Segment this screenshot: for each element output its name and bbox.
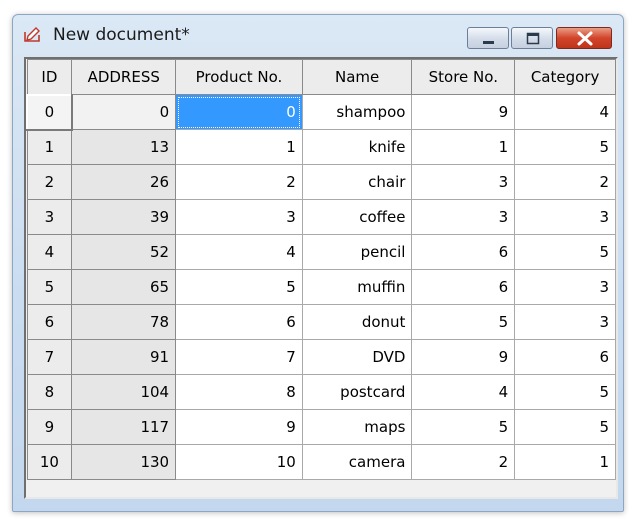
category-cell[interactable]: 6 bbox=[514, 339, 616, 375]
product-no-cell[interactable]: 4 bbox=[175, 234, 303, 270]
row-id-cell[interactable]: 2 bbox=[26, 164, 73, 200]
category-cell[interactable]: 5 bbox=[514, 409, 616, 445]
address-cell[interactable]: 52 bbox=[71, 234, 177, 270]
category-cell[interactable]: 3 bbox=[514, 199, 616, 235]
store-no-cell[interactable]: 3 bbox=[411, 164, 516, 200]
address-cell[interactable]: 13 bbox=[71, 129, 177, 165]
store-no-cell[interactable]: 6 bbox=[411, 269, 516, 305]
table-row[interactable]: 2 26 2 chair 3 2 bbox=[26, 164, 616, 200]
column-header-category[interactable]: Category bbox=[514, 59, 616, 95]
product-no-cell[interactable]: 9 bbox=[175, 409, 303, 445]
category-cell[interactable]: 1 bbox=[514, 444, 616, 480]
address-cell[interactable]: 0 bbox=[71, 94, 177, 130]
minimize-icon bbox=[483, 41, 494, 44]
category-cell[interactable]: 5 bbox=[514, 234, 616, 270]
minimize-button[interactable] bbox=[467, 27, 509, 49]
category-cell[interactable]: 5 bbox=[514, 129, 616, 165]
table-row[interactable]: 0 0 0 shampoo 9 4 bbox=[26, 93, 616, 131]
table-row[interactable]: 6 78 6 donut 5 3 bbox=[26, 304, 616, 340]
table-row[interactable]: 7 91 7 DVD 9 6 bbox=[26, 339, 616, 375]
table-row[interactable]: 1 13 1 knife 1 5 bbox=[26, 129, 616, 165]
document-window: New document* ID ADDRESS Product No. Nam… bbox=[12, 14, 624, 512]
close-icon bbox=[577, 31, 593, 46]
store-no-cell[interactable]: 3 bbox=[411, 199, 516, 235]
product-no-cell[interactable]: 2 bbox=[175, 164, 303, 200]
name-cell[interactable]: shampoo bbox=[301, 94, 413, 130]
name-cell[interactable]: camera bbox=[301, 444, 413, 480]
column-header-store-no[interactable]: Store No. bbox=[411, 59, 516, 95]
row-id-cell[interactable]: 7 bbox=[26, 339, 73, 375]
name-cell[interactable]: donut bbox=[301, 304, 413, 340]
category-cell[interactable]: 3 bbox=[514, 269, 616, 305]
close-button[interactable] bbox=[556, 27, 612, 49]
address-cell[interactable]: 26 bbox=[71, 164, 177, 200]
data-grid[interactable]: ID ADDRESS Product No. Name Store No. Ca… bbox=[24, 57, 618, 499]
store-no-cell[interactable]: 9 bbox=[411, 339, 516, 375]
product-no-cell[interactable]: 0 bbox=[175, 94, 303, 130]
row-id-cell[interactable]: 5 bbox=[26, 269, 73, 305]
row-id-cell[interactable]: 6 bbox=[26, 304, 73, 340]
window-title: New document* bbox=[53, 25, 190, 45]
store-no-cell[interactable]: 5 bbox=[411, 304, 516, 340]
address-cell[interactable]: 39 bbox=[71, 199, 177, 235]
table-row[interactable]: 4 52 4 pencil 6 5 bbox=[26, 234, 616, 270]
category-cell[interactable]: 2 bbox=[514, 164, 616, 200]
table-row[interactable]: 5 65 5 muffin 6 3 bbox=[26, 269, 616, 305]
address-cell[interactable]: 117 bbox=[71, 409, 177, 445]
address-cell[interactable]: 130 bbox=[71, 444, 177, 480]
maximize-icon bbox=[526, 32, 540, 45]
address-cell[interactable]: 91 bbox=[71, 339, 177, 375]
product-no-cell[interactable]: 7 bbox=[175, 339, 303, 375]
store-no-cell[interactable]: 9 bbox=[411, 94, 516, 130]
name-cell[interactable]: pencil bbox=[301, 234, 413, 270]
store-no-cell[interactable]: 4 bbox=[411, 374, 516, 410]
column-header-product-no[interactable]: Product No. bbox=[175, 59, 303, 95]
row-id-cell[interactable]: 9 bbox=[26, 409, 73, 445]
name-cell[interactable]: coffee bbox=[301, 199, 413, 235]
name-cell[interactable]: muffin bbox=[301, 269, 413, 305]
row-id-cell[interactable]: 10 bbox=[26, 444, 73, 480]
title-bar[interactable]: New document* bbox=[13, 15, 623, 55]
table-row[interactable]: 3 39 3 coffee 3 3 bbox=[26, 199, 616, 235]
data-table: ID ADDRESS Product No. Name Store No. Ca… bbox=[26, 59, 616, 480]
product-no-cell[interactable]: 8 bbox=[175, 374, 303, 410]
column-header-address[interactable]: ADDRESS bbox=[71, 59, 177, 95]
store-no-cell[interactable]: 6 bbox=[411, 234, 516, 270]
row-id-cell[interactable]: 4 bbox=[26, 234, 73, 270]
header-row: ID ADDRESS Product No. Name Store No. Ca… bbox=[26, 59, 616, 95]
store-no-cell[interactable]: 2 bbox=[411, 444, 516, 480]
name-cell[interactable]: maps bbox=[301, 409, 413, 445]
product-no-cell[interactable]: 10 bbox=[175, 444, 303, 480]
name-cell[interactable]: knife bbox=[301, 129, 413, 165]
maximize-button[interactable] bbox=[511, 27, 553, 49]
name-cell[interactable]: chair bbox=[301, 164, 413, 200]
row-id-cell[interactable]: 8 bbox=[26, 374, 73, 410]
store-no-cell[interactable]: 5 bbox=[411, 409, 516, 445]
category-cell[interactable]: 3 bbox=[514, 304, 616, 340]
product-no-cell[interactable]: 5 bbox=[175, 269, 303, 305]
name-cell[interactable]: postcard bbox=[301, 374, 413, 410]
row-id-cell[interactable]: 3 bbox=[26, 199, 73, 235]
address-cell[interactable]: 78 bbox=[71, 304, 177, 340]
table-row[interactable]: 9 117 9 maps 5 5 bbox=[26, 409, 616, 445]
product-no-cell[interactable]: 6 bbox=[175, 304, 303, 340]
row-id-cell[interactable]: 0 bbox=[26, 93, 73, 131]
column-header-name[interactable]: Name bbox=[301, 59, 413, 95]
product-no-cell[interactable]: 3 bbox=[175, 199, 303, 235]
document-edit-icon[interactable] bbox=[23, 27, 43, 43]
category-cell[interactable]: 4 bbox=[514, 94, 616, 130]
row-id-cell[interactable]: 1 bbox=[26, 129, 73, 165]
table-row[interactable]: 8 104 8 postcard 4 5 bbox=[26, 374, 616, 410]
product-no-cell[interactable]: 1 bbox=[175, 129, 303, 165]
address-cell[interactable]: 65 bbox=[71, 269, 177, 305]
name-cell[interactable]: DVD bbox=[301, 339, 413, 375]
table-row[interactable]: 10 130 10 camera 2 1 bbox=[26, 444, 616, 480]
category-cell[interactable]: 5 bbox=[514, 374, 616, 410]
store-no-cell[interactable]: 1 bbox=[411, 129, 516, 165]
column-header-id[interactable]: ID bbox=[26, 59, 73, 95]
address-cell[interactable]: 104 bbox=[71, 374, 177, 410]
